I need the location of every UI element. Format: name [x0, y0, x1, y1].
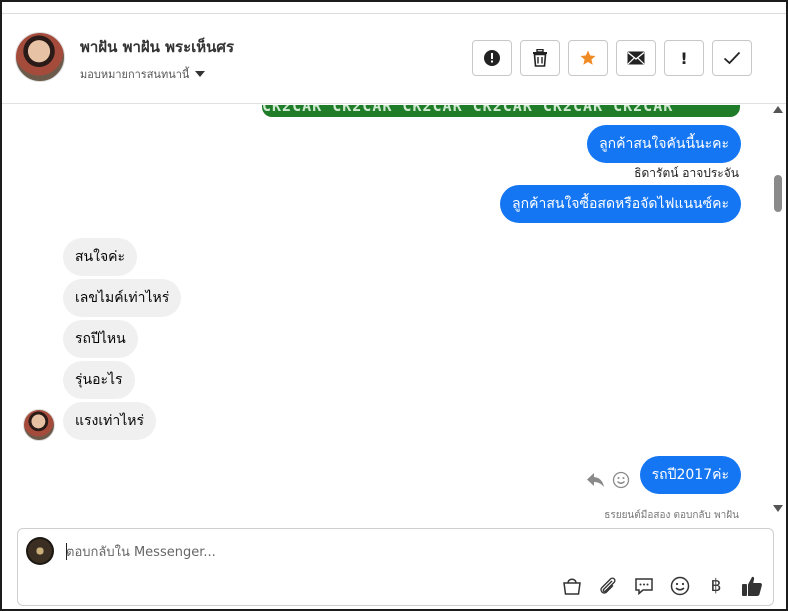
- conversation-header: พาฝัน พาฝัน พระเห็นศร มอบหมายการสนทนานี้: [2, 14, 786, 104]
- composer-toolbar: ฿: [561, 575, 763, 597]
- basket-icon: [563, 578, 581, 595]
- incoming-message[interactable]: สนใจค่ะ: [63, 238, 138, 276]
- baht-icon: ฿: [710, 576, 722, 596]
- contact-avatar[interactable]: [15, 32, 65, 82]
- reply-composer: ฿: [17, 528, 774, 606]
- outgoing-message[interactable]: ลูกค้าสนใจคันนี้นะคะ: [587, 125, 741, 163]
- delete-button[interactable]: [520, 40, 560, 76]
- incoming-message[interactable]: เลขไมค์เท่าไหร่: [63, 279, 182, 317]
- smiley-icon: [670, 576, 690, 596]
- incoming-message[interactable]: แรงเท่าไหร่: [63, 402, 157, 440]
- assign-label: มอบหมายการสนทนานี้: [80, 68, 190, 81]
- mark-done-button[interactable]: [712, 40, 752, 76]
- messenger-window: พาฝัน พาฝัน พระเห็นศร มอบหมายการสนทนานี้: [0, 0, 788, 611]
- reply-icon[interactable]: [586, 471, 606, 489]
- exclamation-icon: !: [680, 48, 688, 68]
- mark-spam-button[interactable]: [472, 40, 512, 76]
- like-button[interactable]: [741, 575, 763, 597]
- page-avatar: [26, 537, 54, 565]
- comment-icon: [635, 578, 653, 596]
- contact-name[interactable]: พาฝัน พาฝัน พระเห็นศร: [80, 35, 234, 59]
- payment-button[interactable]: ฿: [705, 575, 727, 597]
- scrollbar-thumb[interactable]: [774, 175, 782, 212]
- shop-button[interactable]: [561, 575, 583, 597]
- saved-replies-button[interactable]: [633, 575, 655, 597]
- mark-unread-button[interactable]: [616, 40, 656, 76]
- react-smiley-icon[interactable]: [612, 471, 630, 489]
- emoji-button[interactable]: [669, 575, 691, 597]
- contact-avatar-small: [23, 409, 55, 441]
- assign-conversation-dropdown[interactable]: มอบหมายการสนทนานี้: [80, 65, 206, 83]
- header-actions: !: [472, 40, 752, 76]
- thumbs-up-icon: [742, 576, 762, 596]
- attach-button[interactable]: [597, 575, 619, 597]
- incoming-message[interactable]: รถปีไหน: [63, 320, 138, 358]
- trash-icon: [533, 49, 547, 67]
- shared-image-preview[interactable]: CK2CAR CK2CAR CK2CAR CK2CAR CK2CAR CK2CA…: [262, 105, 740, 117]
- message-status-text: ธรยยนต์มือสอง ตอบกลับ พาฝัน: [604, 510, 739, 520]
- star-button[interactable]: [568, 40, 608, 76]
- incoming-message[interactable]: รุ่นอะไร: [63, 361, 135, 399]
- star-icon: [580, 50, 596, 65]
- alert-circle-icon: [484, 50, 500, 66]
- reply-input[interactable]: [66, 541, 746, 563]
- sender-name: ธิดารัตน์ อาจประจัน: [634, 166, 739, 180]
- outgoing-message[interactable]: ลูกค้าสนใจซื้อสดหรือจัดไฟแนนซ์คะ: [500, 185, 741, 223]
- caret-down-icon: [195, 71, 206, 77]
- mail-icon: [627, 51, 645, 65]
- text-cursor: [66, 543, 67, 560]
- outgoing-message[interactable]: รถปี2017ค่ะ: [639, 456, 741, 494]
- follow-up-button[interactable]: !: [664, 40, 704, 76]
- scroll-down-arrow[interactable]: [773, 505, 783, 512]
- check-icon: [723, 51, 741, 65]
- message-thread[interactable]: CK2CAR CK2CAR CK2CAR CK2CAR CK2CAR CK2CA…: [2, 105, 772, 520]
- paperclip-icon: [600, 577, 616, 594]
- scroll-up-arrow[interactable]: [773, 106, 783, 113]
- message-hover-actions: [586, 471, 630, 489]
